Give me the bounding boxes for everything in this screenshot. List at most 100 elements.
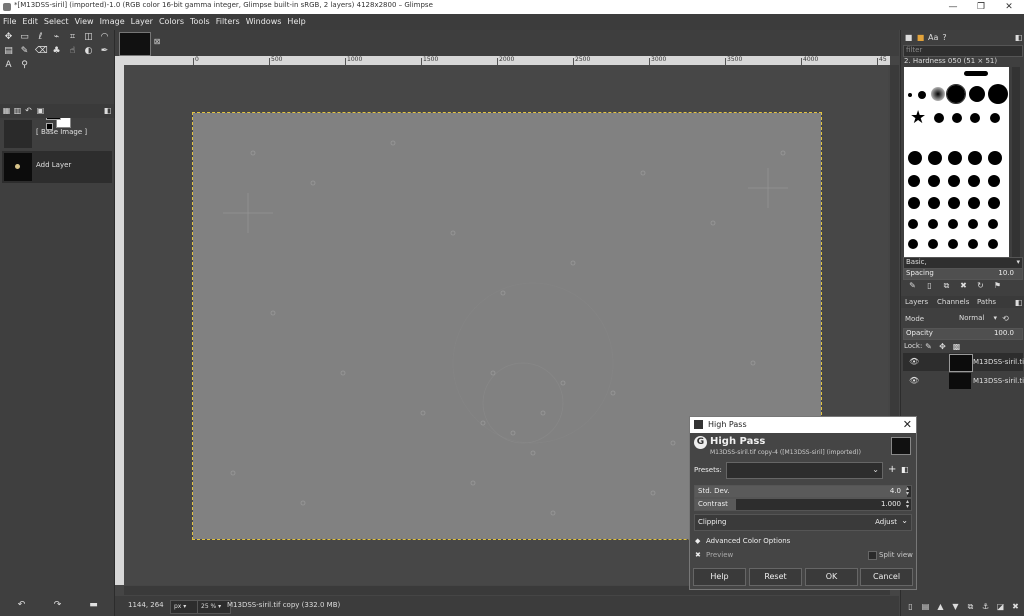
brush-swatch[interactable] bbox=[948, 175, 960, 187]
vertical-ruler[interactable] bbox=[115, 65, 124, 585]
ok-button[interactable]: OK bbox=[805, 568, 858, 586]
brush-grid-scrollbar[interactable] bbox=[1012, 67, 1020, 279]
menu-file[interactable]: File bbox=[0, 14, 19, 30]
gradient-tool-icon[interactable]: ▤ bbox=[3, 46, 14, 57]
menu-layer[interactable]: Layer bbox=[128, 14, 156, 30]
star-brush-icon[interactable]: ★ bbox=[910, 109, 926, 127]
brush-swatch[interactable] bbox=[928, 151, 942, 165]
brush-swatch[interactable] bbox=[968, 239, 978, 249]
brush-swatch[interactable] bbox=[931, 87, 945, 101]
zoom-tool-icon[interactable]: ⚲ bbox=[19, 60, 30, 71]
table-row[interactable]: 👁 M13DSS-siril.tif bbox=[903, 372, 1024, 390]
brush-swatch[interactable] bbox=[928, 197, 940, 209]
new-layer-icon[interactable]: ▯ bbox=[906, 602, 915, 611]
layer-mode-switch-icon[interactable]: ⟲ bbox=[1001, 314, 1010, 323]
menu-tools[interactable]: Tools bbox=[187, 14, 213, 30]
paintbrush-tool-icon[interactable]: ✎ bbox=[19, 46, 30, 57]
advanced-color-options-toggle[interactable]: Advanced Color Options bbox=[706, 537, 790, 545]
delete-layer-icon[interactable]: ✖ bbox=[1011, 602, 1020, 611]
brush-swatch[interactable] bbox=[908, 239, 918, 249]
brush-swatch[interactable] bbox=[928, 239, 938, 249]
fuzzy-select-tool-icon[interactable]: ⌁ bbox=[51, 32, 62, 43]
lock-pixels-icon[interactable]: ✎ bbox=[924, 342, 933, 351]
brush-filter-input[interactable]: filter bbox=[903, 45, 1023, 57]
brush-swatch[interactable] bbox=[988, 197, 1000, 209]
menu-colors[interactable]: Colors bbox=[156, 14, 187, 30]
maximize-button[interactable]: ❐ bbox=[968, 1, 994, 13]
clipping-select[interactable]: Clipping Adjust ⌄ bbox=[694, 514, 912, 531]
spin-arrows-icon[interactable]: ▴ ▾ bbox=[906, 486, 909, 497]
fonts-tab-icon[interactable]: Aa bbox=[928, 33, 938, 42]
brush-swatch[interactable] bbox=[968, 151, 982, 165]
mode-select[interactable]: Normal ▾ bbox=[953, 313, 997, 324]
minimize-button[interactable]: — bbox=[940, 1, 966, 13]
horizontal-ruler[interactable]: 0 500 1000 1500 2000 2500 3000 3500 4000… bbox=[128, 56, 890, 65]
move-tool-icon[interactable]: ✥ bbox=[3, 32, 14, 43]
brush-swatch[interactable] bbox=[969, 86, 985, 102]
smudge-tool-icon[interactable]: ☝ bbox=[67, 46, 78, 57]
menu-help[interactable]: Help bbox=[284, 14, 308, 30]
brush-swatch[interactable] bbox=[928, 219, 938, 229]
spin-arrows-icon[interactable]: ▴ ▾ bbox=[906, 499, 909, 510]
help-button[interactable]: Help bbox=[693, 568, 746, 586]
table-row[interactable]: 👁 M13DSS-siril.tif bbox=[903, 353, 1024, 372]
presets-menu-icon[interactable]: ◧ bbox=[901, 465, 909, 474]
ruler-corner[interactable] bbox=[115, 56, 128, 65]
clear-history-icon[interactable]: ▬ bbox=[88, 600, 99, 611]
brush-swatch[interactable] bbox=[948, 151, 962, 165]
mask-layer-icon[interactable]: ◪ bbox=[996, 602, 1005, 611]
lasso-tool-icon[interactable]: ℓ bbox=[35, 32, 46, 43]
crop-tool-icon[interactable]: ⌗ bbox=[67, 32, 78, 43]
brush-swatch[interactable] bbox=[908, 197, 920, 209]
help-tab-icon[interactable]: ? bbox=[940, 33, 949, 42]
tag-brush-icon[interactable]: ⚑ bbox=[993, 281, 1002, 290]
brush-swatch[interactable] bbox=[988, 84, 1008, 104]
preview-checkbox[interactable]: ✖ bbox=[695, 551, 701, 559]
new-layer-group-icon[interactable]: ▤ bbox=[921, 602, 930, 611]
brush-swatch[interactable] bbox=[968, 219, 978, 229]
brush-swatch[interactable] bbox=[908, 219, 918, 229]
lock-position-icon[interactable]: ✥ bbox=[938, 342, 947, 351]
refresh-brushes-icon[interactable]: ↻ bbox=[976, 281, 985, 290]
redo-button-icon[interactable]: ↷ bbox=[52, 600, 63, 611]
brush-swatch[interactable] bbox=[952, 113, 962, 123]
brush-swatch[interactable] bbox=[990, 113, 1000, 123]
new-brush-icon[interactable]: ▯ bbox=[925, 281, 934, 290]
menu-select[interactable]: Select bbox=[41, 14, 72, 30]
brush-swatch[interactable] bbox=[964, 71, 988, 76]
anchor-layer-icon[interactable]: ⚓ bbox=[981, 602, 990, 611]
brush-swatch[interactable] bbox=[908, 175, 920, 187]
brush-swatch[interactable] bbox=[934, 113, 944, 123]
brush-swatch[interactable] bbox=[918, 91, 926, 99]
brush-swatch[interactable] bbox=[908, 93, 912, 97]
delete-brush-icon[interactable]: ✖ bbox=[959, 281, 968, 290]
brush-swatch[interactable] bbox=[988, 151, 1002, 165]
menu-windows[interactable]: Windows bbox=[243, 14, 285, 30]
tab-channels[interactable]: Channels bbox=[937, 298, 969, 306]
eraser-tool-icon[interactable]: ⌫ bbox=[35, 46, 48, 57]
edit-brush-icon[interactable]: ✎ bbox=[908, 281, 917, 290]
list-item[interactable]: Add Layer bbox=[2, 151, 112, 183]
duplicate-brush-icon[interactable]: ⧉ bbox=[942, 281, 951, 290]
close-tab-icon[interactable]: ⊠ bbox=[152, 37, 162, 47]
brush-swatch[interactable] bbox=[948, 239, 958, 249]
dock-menu-icon[interactable]: ◧ bbox=[1014, 33, 1023, 42]
image-tab-thumbnail[interactable] bbox=[119, 32, 151, 56]
dock-menu-icon[interactable]: ◧ bbox=[103, 106, 112, 115]
lock-alpha-icon[interactable]: ▩ bbox=[952, 342, 961, 351]
menu-edit[interactable]: Edit bbox=[19, 14, 41, 30]
clone-tool-icon[interactable]: ♣ bbox=[51, 46, 62, 57]
images-tab-icon[interactable]: ▦ bbox=[2, 106, 11, 115]
eye-icon[interactable]: 👁 bbox=[909, 357, 919, 366]
brush-swatch[interactable] bbox=[928, 175, 940, 187]
brush-swatch[interactable] bbox=[908, 151, 922, 165]
rect-select-tool-icon[interactable]: ▭ bbox=[19, 32, 30, 43]
warp-tool-icon[interactable]: ◠ bbox=[99, 32, 110, 43]
brush-swatch[interactable] bbox=[988, 175, 1000, 187]
raise-layer-icon[interactable]: ▲ bbox=[936, 602, 945, 611]
contrast-slider[interactable]: Contrast 1.000 ▴ ▾ bbox=[694, 498, 912, 511]
brush-grid[interactable]: ★ bbox=[904, 67, 1009, 279]
unit-select[interactable]: px ▾ bbox=[170, 600, 198, 614]
brushes-tab-icon[interactable]: ■ bbox=[904, 33, 913, 42]
eye-icon[interactable]: 👁 bbox=[909, 376, 919, 385]
